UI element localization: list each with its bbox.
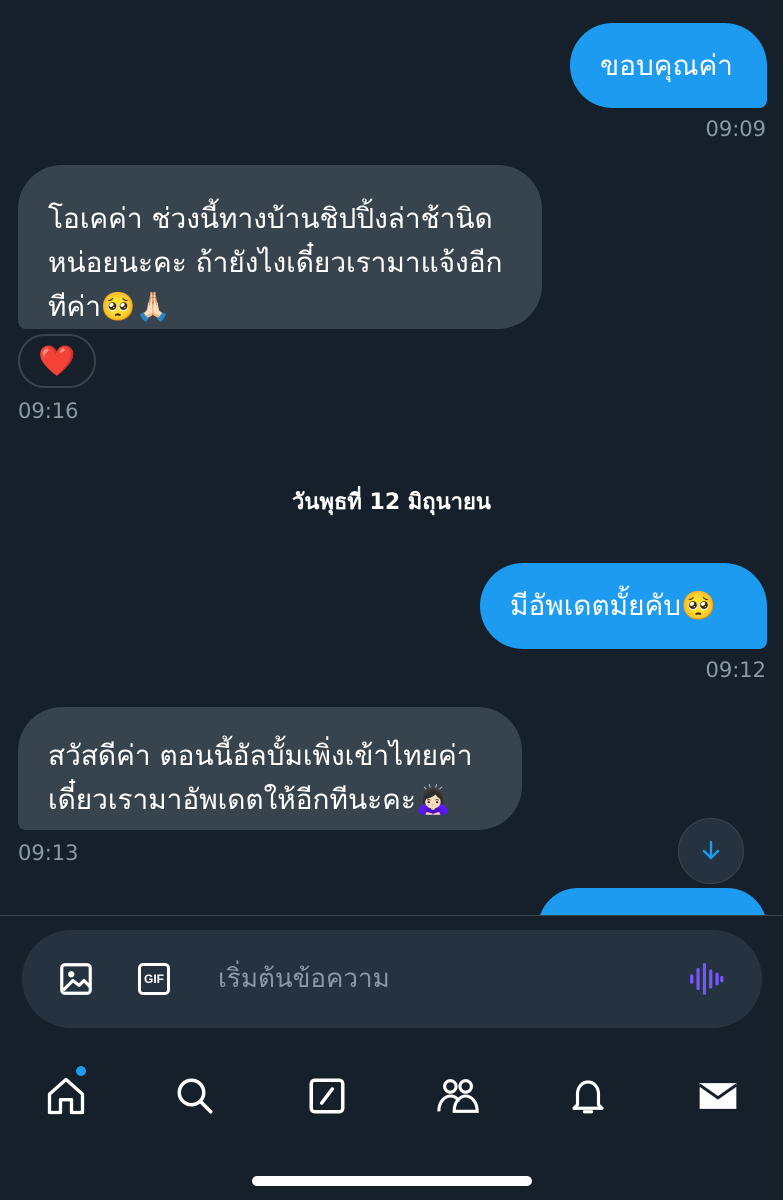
arrow-down-icon — [702, 840, 720, 860]
message-bubble-sent-partial[interactable] — [538, 888, 767, 916]
scroll-to-bottom-button[interactable] — [678, 818, 744, 884]
tab-home[interactable] — [36, 1066, 96, 1126]
tab-compose[interactable] — [297, 1066, 357, 1126]
voice-wave-icon[interactable] — [686, 959, 726, 999]
home-icon — [47, 1077, 85, 1115]
bell-icon — [572, 1080, 604, 1114]
message-bubble-sent[interactable]: มีอัพเดตมั้ยคับ🥺 — [480, 563, 767, 649]
message-text-line: เดี๋ยวเรามาอัพเดตให้อีกทีนะคะ🙇🏻‍♀️ — [48, 783, 451, 816]
message-time: 09:13 — [18, 841, 79, 865]
search-icon — [177, 1078, 213, 1114]
tab-messages[interactable] — [688, 1066, 748, 1126]
tab-notifications[interactable] — [558, 1066, 618, 1126]
image-icon[interactable] — [56, 959, 96, 999]
bottom-tab-bar — [0, 1050, 783, 1140]
tab-communities[interactable] — [428, 1066, 488, 1126]
message-text-line: ทีค่า🥺🙏🏻 — [48, 290, 171, 323]
conversation: ขอบคุณค่า 09:09 โอเคค่า ช่วงนี้ทางบ้านชิ… — [0, 0, 783, 916]
gif-label: GIF — [144, 972, 164, 986]
communities-icon — [437, 1079, 479, 1113]
message-bubble-sent[interactable]: ขอบคุณค่า — [570, 23, 767, 108]
home-indicator — [252, 1176, 532, 1186]
reaction-badge[interactable]: ❤️ — [18, 334, 96, 388]
message-text: มีอัพเดตมั้ยคับ🥺 — [510, 589, 716, 622]
divider — [0, 915, 783, 916]
heart-reaction: ❤️ — [38, 343, 76, 379]
mail-icon — [698, 1083, 738, 1109]
message-time: 09:09 — [705, 117, 766, 141]
message-text-line: สวัสดีค่า ตอนนี้อัลบั้มเพิ่งเข้าไทยค่า — [48, 739, 473, 772]
gif-icon[interactable]: GIF — [134, 959, 174, 999]
compose-icon — [309, 1078, 345, 1114]
tab-search[interactable] — [165, 1066, 225, 1126]
message-text: ขอบคุณค่า — [600, 49, 733, 82]
notification-dot — [76, 1066, 86, 1076]
message-text-line: โอเคค่า ช่วงนี้ทางบ้านชิปปิ้งล่าช้านิด — [48, 202, 493, 235]
message-bubble-received[interactable]: โอเคค่า ช่วงนี้ทางบ้านชิปปิ้งล่าช้านิด ห… — [18, 165, 542, 329]
message-time: 09:12 — [705, 658, 766, 682]
message-bubble-received[interactable]: สวัสดีค่า ตอนนี้อัลบั้มเพิ่งเข้าไทยค่า เ… — [18, 707, 522, 830]
date-separator: วันพุธที่ 12 มิถุนายน — [292, 490, 491, 515]
message-text-line: หน่อยนะคะ ถ้ายังไงเดี๋ยวเรามาแจ้งอีก — [48, 246, 503, 279]
message-input[interactable]: เริ่มต้นข้อความ — [218, 960, 390, 998]
message-composer: GIF เริ่มต้นข้อความ — [22, 930, 762, 1028]
message-time: 09:16 — [18, 399, 79, 423]
